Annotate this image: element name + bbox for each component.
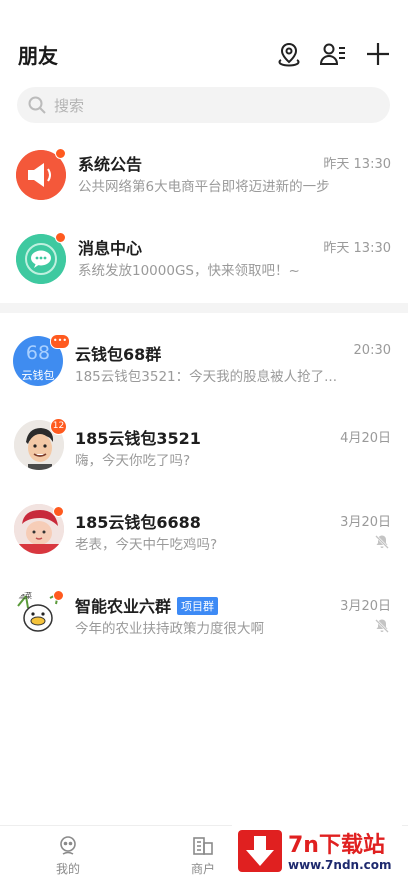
list-item-chat[interactable]: 12 185云钱包3521 4月20日 嗨，今天你吃了吗? <box>0 416 408 496</box>
chat-preview: 185云钱包3521：今天我的股息被人抢了... <box>75 369 337 385</box>
watermark: 7n下载站 www.7ndn.com <box>232 824 402 878</box>
user-face-icon <box>60 836 76 855</box>
mute-icon <box>374 534 390 550</box>
chat-time: 3月20日 <box>340 599 391 614</box>
list-item-message-center[interactable]: 消息中心 昨天 13:30 系统发放10000GS，快来领取吧！~ <box>0 226 408 306</box>
group-tag: 项目群 <box>177 597 219 615</box>
chat-name: 消息中心 <box>78 239 143 258</box>
chat-time: 4月20日 <box>340 431 391 446</box>
chat-time: 3月20日 <box>340 515 391 530</box>
top-bar: 朋友 <box>0 0 408 86</box>
unread-count-badge: 12 <box>50 418 67 435</box>
more-badge: ••• <box>50 334 70 349</box>
location-icon[interactable] <box>275 40 303 68</box>
tab-merchant[interactable]: 商户 <box>173 832 233 877</box>
svg-text:蔬菜: 蔬菜 <box>18 591 32 600</box>
chat-preview: 老表，今天中午吃鸡吗? <box>75 537 218 553</box>
contacts-list-icon[interactable] <box>319 40 347 68</box>
list-item-chat[interactable]: 68 云钱包 ••• 云钱包68群 20:30 185云钱包3521：今天我的股… <box>0 333 408 413</box>
chat-name: 185云钱包3521 <box>75 429 201 448</box>
chat-time: 20:30 <box>353 343 391 358</box>
group-avatar-label: 云钱包 <box>21 369 55 382</box>
unread-dot <box>53 590 64 601</box>
search-placeholder: 搜索 <box>54 97 85 115</box>
chat-preview: 系统发放10000GS，快来领取吧！~ <box>78 263 300 279</box>
search-bar[interactable]: 搜索 <box>17 87 390 123</box>
tab-label: 我的 <box>55 862 80 876</box>
chat-name: 云钱包68群 <box>75 345 162 364</box>
chat-time: 昨天 13:30 <box>323 157 391 172</box>
add-icon[interactable] <box>364 40 392 68</box>
list-item-chat[interactable]: 蔬菜 智能农业六群 项目群 3月20日 今年的农业扶持政策力度很大啊 <box>0 583 408 663</box>
merchant-icon <box>193 837 213 855</box>
unread-dot <box>55 148 66 159</box>
list-item-announcement[interactable]: 系统公告 昨天 13:30 公共网络第6大电商平台即将迈进新的一步 <box>0 142 408 222</box>
download-arrow-icon <box>238 830 282 872</box>
watermark-url: www.7ndn.com <box>288 858 392 872</box>
search-icon <box>27 95 47 115</box>
tab-mine[interactable]: 我的 <box>38 832 98 877</box>
watermark-title: 7n下载站 <box>288 833 385 858</box>
page-title: 朋友 <box>18 44 58 68</box>
chat-preview: 今年的农业扶持政策力度很大啊 <box>75 621 264 637</box>
section-divider <box>0 303 408 313</box>
chat-name: 185云钱包6688 <box>75 513 201 532</box>
chat-preview: 公共网络第6大电商平台即将迈进新的一步 <box>78 179 330 195</box>
chat-name-text: 智能农业六群 <box>75 597 172 616</box>
chat-preview: 嗨，今天你吃了吗? <box>75 453 191 469</box>
tab-label: 商户 <box>190 862 215 876</box>
chat-name: 系统公告 <box>78 155 143 174</box>
mute-icon <box>374 618 390 634</box>
chat-time: 昨天 13:30 <box>323 241 391 256</box>
list-item-chat[interactable]: 185云钱包6688 3月20日 老表，今天中午吃鸡吗? <box>0 499 408 579</box>
chat-name: 智能农业六群 项目群 <box>75 593 219 617</box>
unread-dot <box>53 506 64 517</box>
unread-dot <box>55 232 66 243</box>
